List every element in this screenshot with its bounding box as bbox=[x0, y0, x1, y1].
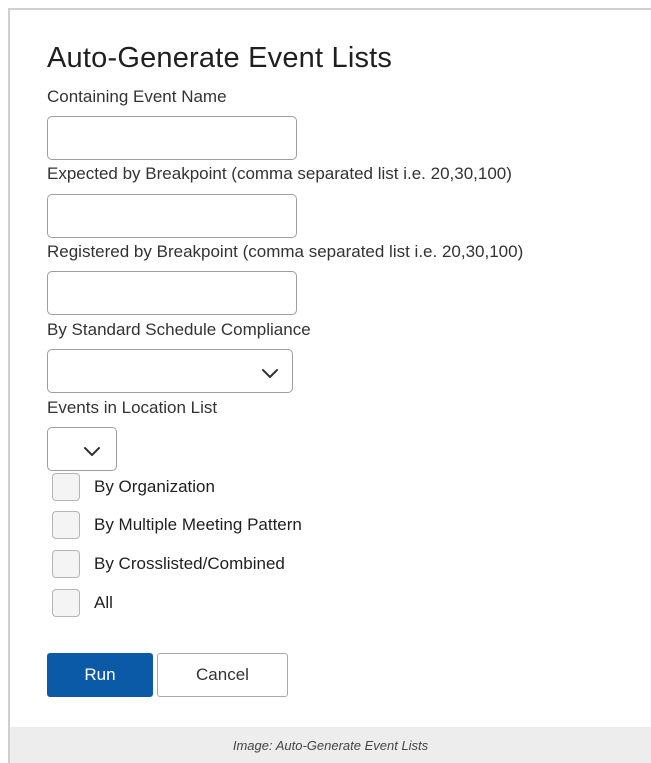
event-name-label: Containing Event Name bbox=[47, 87, 227, 106]
checkbox-box[interactable] bbox=[52, 511, 80, 539]
checkbox-label: By Crosslisted/Combined bbox=[94, 554, 285, 573]
run-button[interactable]: Run bbox=[47, 653, 153, 697]
event-name-input[interactable] bbox=[47, 116, 297, 160]
checkbox-by-organization[interactable]: By Organization bbox=[52, 472, 215, 502]
expected-breakpoint-input[interactable] bbox=[47, 194, 297, 238]
checkbox-box[interactable] bbox=[52, 589, 80, 617]
registered-breakpoint-label: Registered by Breakpoint (comma separate… bbox=[47, 242, 524, 261]
location-list-select[interactable] bbox=[47, 427, 117, 471]
checkbox-label: By Multiple Meeting Pattern bbox=[94, 515, 302, 534]
top-border bbox=[8, 8, 651, 10]
page-title: Auto-Generate Event Lists bbox=[47, 42, 393, 74]
checkbox-by-multiple-meeting-pattern[interactable]: By Multiple Meeting Pattern bbox=[52, 510, 302, 540]
left-border bbox=[8, 8, 10, 763]
registered-breakpoint-input[interactable] bbox=[47, 271, 297, 315]
expected-breakpoint-label: Expected by Breakpoint (comma separated … bbox=[47, 164, 512, 183]
chevron-down-icon bbox=[84, 447, 100, 456]
location-list-label: Events in Location List bbox=[47, 398, 218, 417]
checkbox-label: All bbox=[94, 593, 113, 612]
cancel-button[interactable]: Cancel bbox=[157, 653, 288, 697]
chevron-down-icon bbox=[262, 369, 278, 378]
checkbox-box[interactable] bbox=[52, 473, 80, 501]
checkbox-label: By Organization bbox=[94, 477, 215, 496]
schedule-compliance-label: By Standard Schedule Compliance bbox=[47, 320, 311, 339]
schedule-compliance-select[interactable] bbox=[47, 349, 293, 393]
checkbox-box[interactable] bbox=[52, 550, 80, 578]
checkbox-all[interactable]: All bbox=[52, 588, 113, 618]
checkbox-by-crosslisted-combined[interactable]: By Crosslisted/Combined bbox=[52, 549, 285, 579]
image-caption: Image: Auto-Generate Event Lists bbox=[10, 727, 651, 763]
